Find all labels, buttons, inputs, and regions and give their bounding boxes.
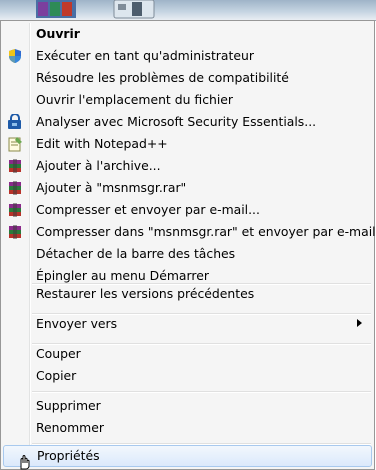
window-taskbar-icon[interactable] bbox=[112, 0, 156, 20]
menu-item-cut[interactable]: Couper bbox=[3, 343, 372, 365]
menu-item-label: Renommer bbox=[36, 420, 104, 435]
menu-item-label: Supprimer bbox=[36, 398, 101, 413]
menu-item-label: Edit with Notepad++ bbox=[36, 136, 168, 151]
menu-item-send-to[interactable]: Envoyer vers bbox=[3, 313, 372, 335]
menu-item-add-to-archive[interactable]: Ajouter à l'archive... bbox=[3, 155, 372, 177]
menu-item-run-as-admin[interactable]: Exécuter en tant qu'administrateur bbox=[3, 45, 372, 67]
security-essentials-icon bbox=[8, 114, 21, 129]
menu-item-label: Propriétés bbox=[37, 448, 100, 463]
menu-item-label: Ouvrir bbox=[36, 26, 80, 41]
menu-separator bbox=[32, 391, 371, 393]
winrar-taskbar-icon[interactable] bbox=[32, 0, 80, 20]
menu-item-label: Envoyer vers bbox=[36, 316, 118, 331]
menu-item-add-to-rar[interactable]: Ajouter à "msnmsgr.rar" bbox=[3, 177, 372, 199]
menu-item-label: Ajouter à "msnmsgr.rar" bbox=[36, 180, 187, 195]
menu-item-label: Compresser et envoyer par e-mail... bbox=[36, 202, 260, 217]
menu-item-label: Couper bbox=[36, 346, 81, 361]
winrar-icon bbox=[9, 159, 21, 173]
menu-item-compress-email[interactable]: Compresser et envoyer par e-mail... bbox=[3, 199, 372, 221]
menu-item-rename[interactable]: Renommer bbox=[3, 417, 372, 439]
menu-item-restore-previous-versions[interactable]: Restaurer les versions précédentes bbox=[3, 283, 372, 305]
menu-item-label: Exécuter en tant qu'administrateur bbox=[36, 48, 254, 63]
context-menu: Ouvrir Exécuter en tant qu'administrateu… bbox=[0, 20, 376, 470]
winrar-icon bbox=[9, 181, 21, 195]
menu-item-properties[interactable]: Propriétés bbox=[3, 445, 372, 467]
menu-item-scan-security-essentials[interactable]: Analyser avec Microsoft Security Essenti… bbox=[3, 111, 372, 133]
menu-item-label: Restaurer les versions précédentes bbox=[36, 286, 255, 301]
menu-item-notepad-plus-plus[interactable]: Edit with Notepad++ bbox=[3, 133, 372, 155]
menu-item-delete[interactable]: Supprimer bbox=[3, 395, 372, 417]
menu-item-compatibility[interactable]: Résoudre les problèmes de compatibilité bbox=[3, 67, 372, 89]
menu-item-label: Compresser dans "msnmsgr.rar" et envoyer… bbox=[36, 224, 376, 239]
menu-item-label: Détacher de la barre des tâches bbox=[36, 246, 236, 261]
winrar-icon bbox=[9, 225, 21, 239]
menu-item-compress-rar-email[interactable]: Compresser dans "msnmsgr.rar" et envoyer… bbox=[3, 221, 376, 243]
menu-item-unpin-taskbar[interactable]: Détacher de la barre des tâches bbox=[3, 243, 372, 265]
menu-item-label: Analyser avec Microsoft Security Essenti… bbox=[36, 114, 317, 129]
hand-cursor-icon bbox=[20, 455, 30, 470]
taskbar-strip bbox=[0, 0, 376, 21]
uac-shield-icon bbox=[9, 49, 21, 63]
menu-item-ouvrir[interactable]: Ouvrir bbox=[3, 23, 372, 45]
menu-item-label: Résoudre les problèmes de compatibilité bbox=[36, 70, 289, 85]
winrar-icon bbox=[9, 203, 21, 217]
menu-item-open-location[interactable]: Ouvrir l'emplacement du fichier bbox=[3, 89, 372, 111]
submenu-arrow-icon bbox=[357, 319, 362, 327]
menu-item-label: Ouvrir l'emplacement du fichier bbox=[36, 92, 234, 107]
menu-item-label: Ajouter à l'archive... bbox=[36, 158, 161, 173]
notepad-plus-plus-icon bbox=[8, 137, 22, 152]
menu-item-label: Copier bbox=[36, 368, 77, 383]
menu-item-copy[interactable]: Copier bbox=[3, 365, 372, 387]
